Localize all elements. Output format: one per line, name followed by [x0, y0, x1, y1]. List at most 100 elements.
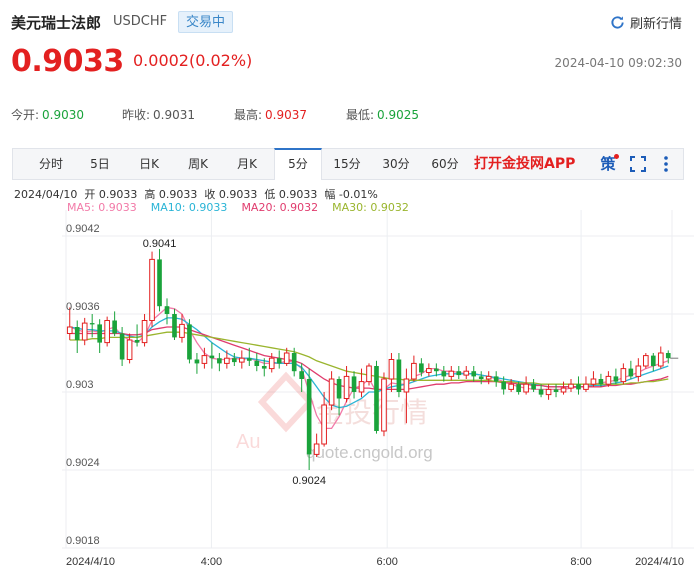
tab-5day[interactable]: 5日 — [76, 149, 124, 179]
y-tick-label: 0.903 — [66, 379, 94, 391]
candle — [493, 371, 499, 387]
watermark-logo-icon — [257, 371, 315, 433]
candle — [419, 358, 424, 377]
candle-body — [358, 381, 365, 393]
stat-high-value: 0.9037 — [265, 108, 308, 122]
tab-60min[interactable]: 60分 — [421, 149, 469, 179]
candle — [456, 366, 462, 379]
instrument-code: USDCHF — [113, 14, 168, 29]
candle-body — [485, 375, 492, 380]
candle — [112, 311, 117, 337]
stat-low: 最低: 0.9025 — [346, 106, 419, 123]
x-tick-label: 2024/4/10 — [635, 556, 684, 567]
candle-body — [97, 324, 102, 343]
candle-body — [217, 358, 222, 364]
fullscreen-icon[interactable] — [627, 153, 649, 175]
candle — [650, 353, 656, 372]
candle — [74, 320, 80, 353]
candle-body — [396, 359, 402, 392]
candle-body — [306, 379, 312, 455]
y-tick-label: 0.9024 — [66, 457, 100, 469]
stat-prev-close-value: 0.9031 — [153, 108, 196, 122]
candle — [590, 371, 597, 387]
candle-body — [583, 383, 589, 390]
ohlc-high: 高 0.9033 — [144, 188, 198, 201]
candle-body — [538, 389, 544, 395]
candle-body — [328, 378, 335, 406]
open-app-link[interactable]: 打开金投网APP — [474, 149, 575, 179]
candle-body — [605, 375, 612, 385]
candle — [172, 308, 177, 340]
candle-body — [642, 355, 649, 367]
draw-tools-label: 策 — [600, 155, 616, 173]
candle-body — [441, 371, 447, 377]
candle — [620, 363, 627, 385]
candle-body — [261, 366, 267, 369]
candle-body — [157, 259, 162, 307]
stat-high: 最高: 0.9037 — [234, 106, 307, 123]
x-tick-label: 2024/4/10 — [66, 556, 115, 567]
watermark-url: quote.cngold.org — [306, 443, 433, 462]
candle-body — [134, 340, 140, 343]
candlestick-chart[interactable]: Au 金投行情 quote.cngold.org 0.90420.90360.9… — [0, 210, 694, 567]
candle — [232, 353, 237, 366]
candle-body — [321, 404, 327, 445]
candle — [194, 353, 200, 374]
candle-body — [194, 359, 200, 364]
candle-body — [343, 375, 350, 399]
candle — [217, 353, 222, 372]
tab-monthly-k[interactable]: 月K — [223, 149, 271, 179]
ohlc-open: 开 0.9033 — [84, 188, 138, 201]
price-change: 0.0002(0.02%) — [133, 51, 253, 70]
y-axis: 0.9042 0.9036 0.903 0.9024 0.9018 — [66, 223, 100, 547]
candle-body — [187, 324, 192, 360]
candle-body — [268, 357, 275, 370]
low-annotation: 0.9024 — [292, 475, 326, 487]
y-tick-label: 0.9036 — [66, 301, 100, 313]
candle-body — [493, 376, 499, 382]
candle — [134, 324, 140, 347]
candle — [635, 358, 642, 382]
tab-15min[interactable]: 15分 — [323, 149, 371, 179]
candle — [157, 249, 162, 312]
candle — [254, 353, 260, 372]
stat-open-value: 0.9030 — [42, 108, 85, 122]
tab-30min[interactable]: 30分 — [372, 149, 420, 179]
period-tabbar: 分时 5日 日K 周K 月K 5分 15分 30分 60分 打开金投网APP 策 — [12, 148, 684, 180]
draw-tools-button[interactable]: 策 — [597, 153, 619, 175]
candle-body — [665, 353, 671, 359]
candle — [463, 366, 470, 379]
candle-body — [478, 376, 484, 379]
candle-body — [126, 339, 133, 360]
candle — [164, 298, 170, 325]
candle — [523, 376, 529, 395]
candle — [396, 353, 402, 398]
stat-open-label: 今开: — [11, 108, 40, 122]
stat-prev-close: 昨收: 0.9031 — [122, 106, 195, 123]
candle-body — [119, 333, 125, 360]
candle-body — [568, 383, 574, 389]
candle — [238, 350, 245, 369]
tab-timeshare[interactable]: 分时 — [27, 149, 75, 179]
refresh-button[interactable]: 刷新行情 — [610, 13, 682, 32]
candle — [313, 433, 320, 457]
candle-body — [276, 358, 282, 364]
candle-body — [448, 370, 455, 377]
candle — [411, 355, 417, 382]
watermark-au: Au — [236, 431, 260, 453]
x-axis: 2024/4/10 4:00 6:00 8:00 2024/4/10 — [66, 556, 684, 567]
candle — [141, 314, 148, 347]
candle-body — [419, 363, 424, 373]
tab-daily-k[interactable]: 日K — [125, 149, 173, 179]
candle-body — [179, 323, 185, 338]
candle-body — [463, 370, 470, 376]
candle-body — [590, 378, 597, 385]
candle-body — [351, 376, 357, 392]
tab-5min[interactable]: 5分 — [274, 148, 322, 180]
candle — [568, 379, 574, 392]
more-icon[interactable] — [655, 153, 677, 175]
candle-body — [246, 358, 252, 361]
candles — [66, 249, 671, 470]
tab-weekly-k[interactable]: 周K — [174, 149, 222, 179]
candle — [97, 319, 102, 353]
